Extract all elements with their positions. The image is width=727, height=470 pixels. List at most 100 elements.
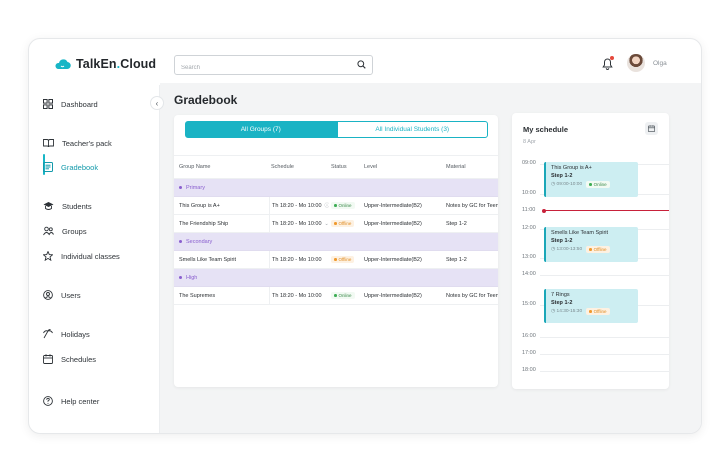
holidays-icon — [43, 329, 53, 339]
event-step: Step 1-2 — [551, 300, 573, 306]
sidebar-item-groups[interactable]: Groups — [43, 224, 87, 238]
col-level[interactable]: Level — [364, 164, 442, 170]
avatar[interactable] — [627, 54, 645, 72]
time-label: 17:00 — [522, 350, 538, 356]
sidebar-item-holidays[interactable]: Holidays — [43, 327, 90, 341]
section-dot — [179, 186, 182, 189]
status-badge: Online — [331, 292, 355, 299]
sidebar-item-users[interactable]: Users — [43, 288, 81, 302]
col-status[interactable]: Status — [331, 164, 363, 170]
status-badge: Offline — [586, 308, 610, 315]
time-slot: 17:00 — [512, 350, 669, 356]
schedule-event[interactable]: Smells Like Team Spirit Step 1-2 ◷ 13:00… — [544, 227, 638, 262]
event-name: 7 Rings — [551, 292, 570, 298]
section-high[interactable]: High — [174, 269, 498, 287]
group-name: The Friendship Ship — [179, 220, 229, 227]
search-input[interactable] — [175, 59, 351, 77]
sidebar-item-gradebook[interactable]: Gradebook — [43, 160, 98, 174]
sidebar-item-label: Schedules — [61, 354, 97, 364]
sidebar-item-label: Gradebook — [61, 162, 99, 172]
col-material[interactable]: Material — [446, 164, 498, 170]
open-calendar-button[interactable] — [645, 122, 658, 135]
schedule-date: 8 Apr — [523, 139, 536, 145]
sidebar-item-schedules[interactable]: Schedules — [43, 352, 96, 366]
sidebar-item-teachers-pack[interactable]: Teacher's pack — [43, 136, 112, 150]
page-title: Gradebook — [174, 93, 238, 107]
time-label: 09:00 — [522, 160, 538, 166]
time-label: 18:00 — [522, 367, 538, 373]
level-cell: Upper-Intermediate(B2) — [364, 292, 422, 299]
brand-logo[interactable]: TalkEn.Cloud — [54, 57, 156, 71]
schedule-card: My schedule 8 Apr 09:00 10:00 11:00 12:0… — [512, 113, 669, 389]
level-cell: Upper-Intermediate(B2) — [364, 202, 422, 209]
dashboard-icon — [43, 99, 53, 109]
sidebar-item-label: Users — [61, 290, 81, 300]
status-cell: Offline — [331, 256, 363, 263]
time-label: 12:00 — [522, 225, 538, 231]
table-row[interactable]: The Friendship Ship Th 18:20 - Mo 10:00 ⌄… — [174, 215, 498, 233]
sidebar-item-students[interactable]: Students — [43, 199, 92, 213]
section-label: Secondary — [186, 238, 213, 245]
material-cell: Notes by GC for Teens — [446, 292, 498, 299]
event-step: Step 1-2 — [551, 238, 573, 244]
time-slot: 16:00 — [512, 333, 669, 339]
col-group-name[interactable]: Group Name — [179, 164, 264, 170]
schedule-cell: Th 18:20 - Mo 10:00 ⌄ — [269, 215, 329, 232]
help-icon — [43, 396, 53, 406]
sidebar-item-label: Dashboard — [61, 99, 98, 109]
section-label: High — [186, 274, 198, 281]
groups-icon — [43, 226, 54, 236]
sidebar-item-label: Students — [62, 201, 92, 211]
collapse-sidebar-button[interactable]: ‹ — [150, 96, 164, 110]
col-schedule[interactable]: Schedule — [269, 156, 328, 178]
schedule-title: My schedule — [523, 125, 569, 134]
time-slot: 18:00 — [512, 367, 669, 373]
notifications-button[interactable] — [602, 56, 614, 75]
tab-individual-students[interactable]: All Individual Students (3) — [336, 121, 488, 138]
time-label: 14:00 — [522, 271, 538, 277]
chevron-left-icon: ‹ — [155, 98, 159, 108]
sidebar-item-help-center[interactable]: Help center — [43, 394, 99, 408]
table-row[interactable]: Smells Like Team Spirit Th 18:20 - Mo 10… — [174, 251, 498, 269]
info-icon[interactable]: ⓘ — [325, 202, 329, 209]
group-name: The Supremes — [179, 292, 216, 299]
status-badge: Offline — [331, 256, 355, 263]
table-header: Group Name Schedule Status Level Materia… — [174, 155, 498, 179]
calendar-icon — [648, 125, 655, 132]
sidebar: Dashboard Teacher's pack Gradebook Stude… — [29, 85, 160, 433]
status-cell: Online — [331, 202, 363, 209]
table-row[interactable]: This Group is A+ Th 18:20 - Mo 10:00ⓘ On… — [174, 197, 498, 215]
event-name: Smells Like Team Spirit — [551, 230, 609, 236]
schedule-cell: Th 18:20 - Mo 10:00 — [269, 251, 329, 268]
groups-table: Group Name Schedule Status Level Materia… — [174, 155, 498, 305]
notification-dot — [610, 56, 614, 60]
section-primary[interactable]: Primary — [174, 179, 498, 197]
status-badge: Offline — [586, 246, 610, 253]
search-icon[interactable] — [357, 60, 366, 69]
section-dot — [179, 240, 182, 243]
schedule-event[interactable]: 7 Rings Step 1-2 ◷ 14:30-15:30 Offline — [544, 289, 638, 323]
event-time: ◷ 14:30-15:30 — [551, 309, 583, 314]
event-time: ◷ 13:00-13:50 — [551, 247, 583, 252]
sidebar-item-individual-classes[interactable]: Individual classes — [43, 249, 120, 263]
level-cell: Upper-Intermediate(B2) — [364, 256, 422, 263]
level-cell: Upper-Intermediate(B2) — [364, 220, 422, 227]
graduation-cap-icon — [43, 202, 54, 210]
tab-all-groups[interactable]: All Groups (7) — [185, 121, 337, 138]
calendar-icon — [43, 354, 53, 364]
event-step: Step 1-2 — [551, 173, 573, 179]
schedule-cell: Th 18:20 - Mo 10:00ⓘ — [269, 197, 329, 214]
schedule-event[interactable]: This Group is A+ Step 1-2 ◷ 09:00-10:00 … — [544, 162, 638, 197]
sidebar-item-dashboard[interactable]: Dashboard — [43, 97, 98, 111]
status-badge: Online — [586, 181, 610, 188]
sidebar-item-label: Holidays — [61, 329, 90, 339]
section-label: Primary — [186, 184, 205, 191]
section-secondary[interactable]: Secondary — [174, 233, 498, 251]
status-badge: Online — [331, 202, 355, 209]
table-row[interactable]: The Supremes Th 18:20 - Mo 10:00 Online … — [174, 287, 498, 305]
time-label: 15:00 — [522, 301, 538, 307]
chevron-down-icon[interactable]: ⌄ — [325, 221, 329, 227]
user-name[interactable]: Olga — [653, 60, 667, 67]
schedule-cell: Th 18:20 - Mo 10:00 — [269, 287, 329, 304]
brand-name: TalkEn.Cloud — [76, 57, 157, 71]
